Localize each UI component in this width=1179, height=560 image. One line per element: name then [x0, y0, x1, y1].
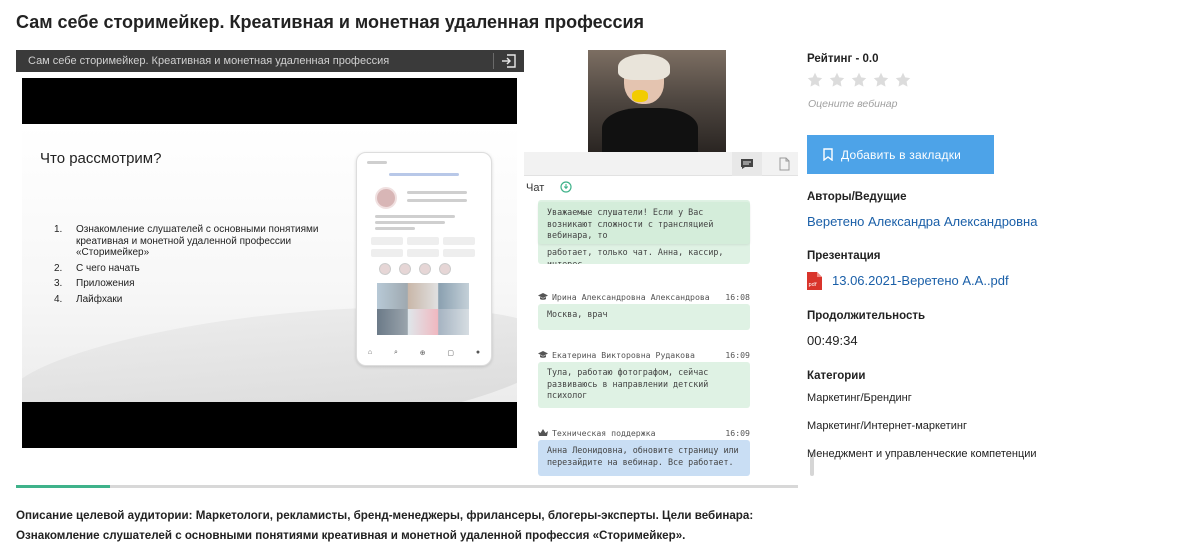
chat-notice-banner: Уважаемые слушатели! Если у Вас возникаю… [538, 202, 750, 244]
crown-icon [538, 429, 548, 436]
playback-progress-fill [16, 485, 110, 488]
slide-list-item: 2. С чего начать [54, 262, 140, 274]
title-bar-divider [493, 53, 494, 69]
slide-list-item: 4. Лайфхаки [54, 293, 123, 305]
presentation-label: Презентация [807, 250, 881, 262]
star-icon[interactable] [829, 72, 845, 88]
chat-panel: Чат работает, только чат. Анна, кассир, … [524, 152, 814, 482]
pdf-file-icon: pdf [807, 272, 822, 290]
chat-message-bubble: Тула, работаю фотографом, сейчас развива… [538, 362, 750, 408]
graduation-cap-icon [538, 351, 548, 358]
add-bookmark-button[interactable]: Добавить в закладки [807, 135, 994, 174]
slide-list-item: 1. Ознакомление слушателей с основными по… [54, 224, 319, 258]
phone-mockup-image: ⌂ ⌕ ⊕ ▢ ● [356, 152, 492, 366]
star-icon[interactable] [851, 72, 867, 88]
star-icon[interactable] [895, 72, 911, 88]
add-bookmark-label: Добавить в закладки [841, 147, 962, 162]
description-line: Описание целевой аудитории: Маркетологи,… [16, 509, 754, 522]
description-line: Ознакомление слушателей с основными поня… [16, 529, 686, 542]
exit-icon[interactable] [500, 52, 518, 70]
slide-list-item: 3. Приложения [54, 278, 135, 289]
letterbox-bottom [22, 402, 517, 448]
info-icon[interactable] [560, 181, 572, 193]
duration-label: Продолжительность [807, 310, 926, 322]
star-icon[interactable] [807, 72, 823, 88]
chat-tabs [524, 152, 798, 176]
author-link[interactable]: Веретено Александра Александровна [807, 214, 1037, 229]
chat-message-header: Екатерина Викторовна Рудакова 16:09 [538, 350, 750, 360]
authors-label: Авторы/Ведущие [807, 191, 907, 203]
player-title-bar: Сам себе сторимейкер. Креативная и монет… [16, 50, 524, 72]
categories-label: Категории [807, 370, 866, 382]
tab-chat[interactable] [732, 152, 762, 176]
presentation-file-link[interactable]: 13.06.2021-Веретено А.А..pdf [832, 273, 1009, 288]
chat-message-header: Ирина Александровна Александрова 16:08 [538, 292, 750, 302]
chat-icon [741, 159, 753, 169]
presentation-slide: Что рассмотрим? 1. Ознакомление слушателе… [22, 124, 517, 402]
chat-message-header: Техническая поддержка 16:09 [538, 428, 750, 438]
category-item[interactable]: Маркетинг/Брендинг [807, 392, 912, 404]
letterbox-top [22, 78, 517, 124]
graduation-cap-icon [538, 293, 548, 300]
slide-list: 1. Ознакомление слушателей с основными по… [54, 224, 344, 309]
player-title: Сам себе сторимейкер. Креативная и монет… [28, 55, 390, 67]
slide-heading: Что рассмотрим? [40, 150, 162, 167]
page-title: Сам себе сторимейкер. Креативная и монет… [16, 12, 645, 32]
bookmark-icon [823, 148, 833, 161]
rating-stars[interactable] [807, 72, 911, 88]
star-icon[interactable] [873, 72, 889, 88]
category-item[interactable]: Маркетинг/Интернет-маркетинг [807, 420, 967, 432]
svg-text:pdf: pdf [809, 282, 817, 288]
category-item[interactable]: Менеджмент и управленческие компетенции [807, 448, 1037, 460]
chat-message-bubble: Москва, врач [538, 304, 750, 330]
chat-message-bubble: Анна Леонидовна, обновите страницу или п… [538, 440, 750, 476]
webinar-player: Сам себе сторимейкер. Креативная и монет… [16, 50, 814, 490]
document-icon [779, 157, 789, 171]
duration-value: 00:49:34 [807, 333, 858, 348]
rating-label: Рейтинг - 0.0 [807, 53, 879, 65]
tab-documents[interactable] [770, 152, 798, 176]
webinar-description: Описание целевой аудитории: Маркетологи,… [16, 506, 786, 546]
playback-progress-bar[interactable] [16, 485, 798, 488]
chat-label: Чат [526, 182, 545, 194]
chat-messages: работает, только чат. Анна, кассир, инте… [524, 196, 790, 478]
rate-hint: Оцените вебинар [808, 98, 898, 110]
presenter-webcam [588, 50, 726, 152]
